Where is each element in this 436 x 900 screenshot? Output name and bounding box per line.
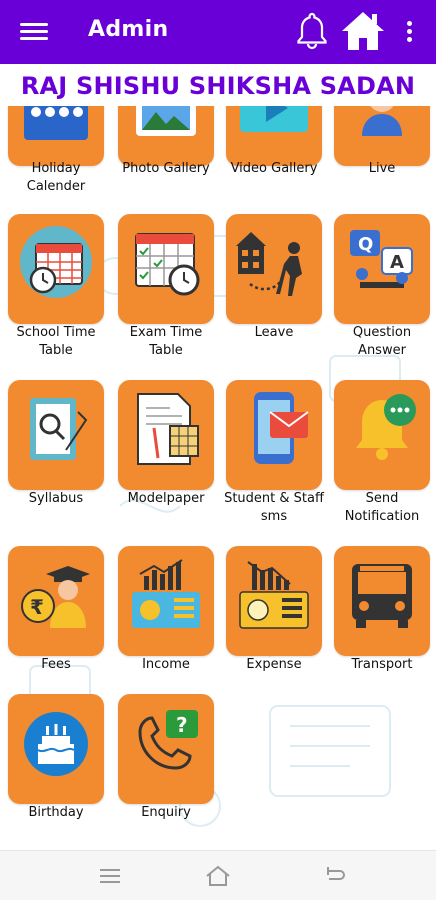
tile-video-gallery[interactable] (226, 106, 322, 166)
svg-text:A: A (390, 252, 404, 273)
school-name: RAJ SHISHU SHIKSHA SADAN (0, 64, 436, 106)
app-bar: Admin (0, 0, 436, 64)
tile-exam-time-table[interactable] (118, 214, 214, 324)
tile-holiday-calendar[interactable] (8, 106, 104, 166)
tile-modelpaper[interactable] (118, 380, 214, 490)
tile-label[interactable]: Fees (2, 656, 110, 674)
tile-label[interactable]: Enquiry (112, 804, 220, 822)
tile-label[interactable]: Video Gallery (220, 160, 328, 178)
tile-expense[interactable] (226, 546, 322, 656)
tile-income[interactable] (118, 546, 214, 656)
tile-label[interactable]: Exam Time Table (112, 324, 220, 360)
birthday-cake-icon (24, 712, 88, 776)
svg-text:₹: ₹ (30, 595, 44, 619)
back-nav-icon[interactable] (320, 863, 348, 889)
home-icon[interactable] (340, 9, 386, 53)
expense-icon (239, 561, 309, 629)
home-nav-icon[interactable] (204, 863, 232, 889)
app-bar-title: Admin (88, 17, 169, 42)
tile-live[interactable] (334, 106, 430, 166)
tile-label[interactable]: Send Notification (328, 490, 436, 526)
tile-label[interactable]: Expense (220, 656, 328, 674)
system-nav-bar (0, 850, 436, 900)
exam-time-table-icon (135, 233, 200, 296)
photo-gallery-icon (136, 106, 196, 136)
tile-syllabus[interactable] (8, 380, 104, 490)
tile-label[interactable]: Leave (220, 324, 328, 342)
svg-text:Q: Q (358, 234, 373, 255)
tile-notification-bell[interactable] (334, 380, 430, 490)
tile-label[interactable]: Birthday (2, 804, 110, 822)
tile-question-answer[interactable]: QA (334, 214, 430, 324)
live-icon (362, 106, 402, 136)
dashboard-grid[interactable]: Holiday Calender Photo Gallery Video Galle… (0, 106, 436, 850)
tile-enquiry-phone[interactable]: ? (118, 694, 214, 804)
tile-label[interactable]: Photo Gallery (112, 160, 220, 178)
enquiry-phone-icon: ? (138, 710, 198, 770)
recent-apps-icon[interactable] (96, 863, 124, 889)
tile-sms[interactable] (226, 380, 322, 490)
modelpaper-icon (137, 393, 199, 465)
bus-icon (352, 564, 412, 628)
tile-school-time-table[interactable] (8, 214, 104, 324)
fees-icon: ₹ (21, 566, 90, 628)
more-vert-icon[interactable] (400, 18, 418, 46)
tile-photo-gallery[interactable] (118, 106, 214, 166)
tile-label[interactable]: Transport (328, 656, 436, 674)
tile-label[interactable]: Income (112, 656, 220, 674)
tile-birthday-cake[interactable] (8, 694, 104, 804)
svg-text:?: ? (176, 713, 188, 737)
tile-leave[interactable] (226, 214, 322, 324)
menu-icon[interactable] (20, 19, 48, 45)
notification-bell-icon (356, 394, 416, 460)
tile-label[interactable]: Holiday Calender (2, 160, 110, 196)
tile-label[interactable]: Student & Staff sms (220, 490, 328, 526)
question-answer-icon: QA (350, 230, 413, 288)
income-icon (132, 559, 200, 628)
tile-label[interactable]: Live (328, 160, 436, 178)
tile-label[interactable]: Syllabus (2, 490, 110, 508)
tile-bus[interactable] (334, 546, 430, 656)
tile-label[interactable]: Question Answer (328, 324, 436, 360)
leave-icon (236, 232, 302, 296)
bell-icon[interactable] (294, 10, 330, 52)
tile-label[interactable]: Modelpaper (112, 490, 220, 508)
holiday-calendar-icon (24, 106, 88, 140)
school-time-table-icon (20, 226, 92, 298)
tile-fees[interactable]: ₹ (8, 546, 104, 656)
syllabus-icon (30, 398, 88, 460)
sms-icon (254, 392, 309, 464)
video-gallery-icon (240, 106, 308, 132)
tile-label[interactable]: School Time Table (2, 324, 110, 360)
